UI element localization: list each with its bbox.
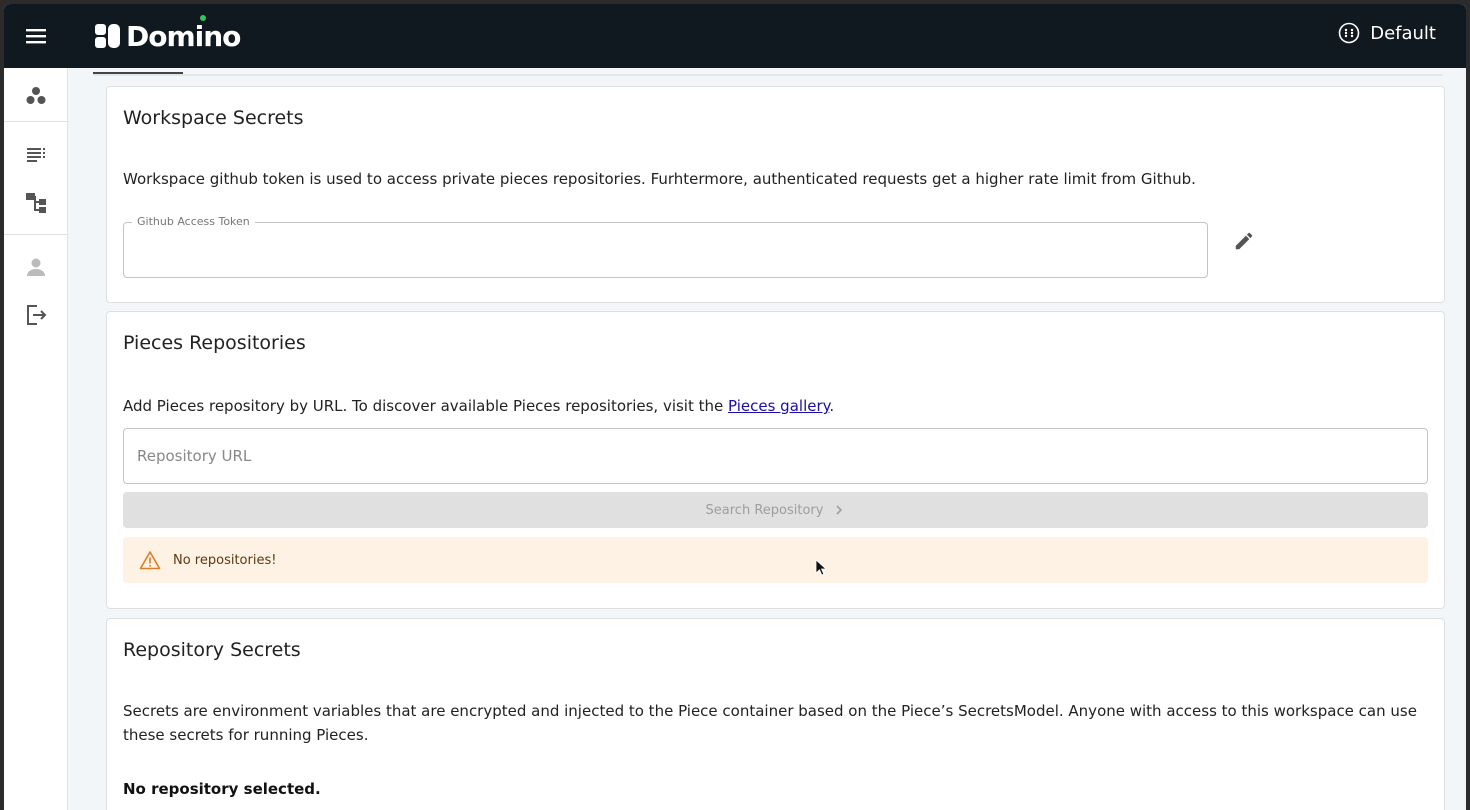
sidebar-item-workflows[interactable]: [4, 180, 68, 224]
alert-message: No repositories!: [173, 552, 277, 568]
workspace-secrets-title: Workspace Secrets: [123, 107, 304, 129]
brand-name: Domino: [126, 19, 241, 53]
main-content: Workspace Secrets Workspace github token…: [68, 68, 1466, 810]
sidebar-item-pieces[interactable]: [4, 132, 68, 176]
flow-icon: [26, 193, 46, 213]
sidebar-divider: [4, 121, 68, 122]
sidebar: [4, 68, 68, 810]
repository-secrets-card: Repository Secrets Secrets are environme…: [106, 618, 1445, 810]
workspace-secrets-description: Workspace github token is used to access…: [123, 170, 1196, 188]
list-icon: [27, 148, 45, 162]
tabs-divider: [93, 74, 1443, 76]
pieces-repositories-card: Pieces Repositories Add Pieces repositor…: [106, 311, 1445, 609]
edit-token-button[interactable]: [1226, 223, 1262, 259]
workspace-secrets-card: Workspace Secrets Workspace github token…: [106, 86, 1445, 303]
sidebar-divider: [4, 234, 68, 235]
workspaces-icon: [26, 87, 46, 104]
no-repositories-alert: No repositories!: [123, 537, 1428, 583]
domino-logo[interactable]: Domino: [94, 15, 241, 54]
sidebar-item-logout[interactable]: [4, 293, 68, 337]
mouse-cursor-icon: [815, 559, 827, 576]
menu-button[interactable]: [20, 22, 52, 50]
chevron-right-icon: [836, 505, 843, 515]
active-tab-indicator: [93, 72, 183, 74]
no-repository-selected: No repository selected.: [123, 780, 321, 798]
sidebar-item-workspaces[interactable]: [4, 74, 68, 118]
repository-secrets-title: Repository Secrets: [123, 639, 301, 661]
app-bar: Domino Default: [4, 4, 1466, 68]
brand-dot: [200, 15, 206, 21]
pieces-gallery-link[interactable]: Pieces gallery: [728, 397, 829, 415]
person-icon: [27, 258, 45, 276]
description-text: Add Pieces repository by URL. To discove…: [123, 397, 729, 415]
hamburger-icon: [26, 29, 46, 44]
app-window: Domino Default Workspace Secrets Workspa…: [4, 4, 1466, 810]
search-repository-label: Search Repository: [705, 502, 824, 518]
pieces-repositories-title: Pieces Repositories: [123, 332, 306, 354]
sidebar-item-profile[interactable]: [4, 245, 68, 289]
logout-icon: [27, 305, 47, 325]
warning-icon: [139, 551, 161, 570]
workspace-label: Default: [1370, 22, 1436, 44]
repository-secrets-description: Secrets are environment variables that a…: [123, 702, 1417, 744]
github-token-label: Github Access Token: [132, 215, 255, 228]
pencil-icon: [1235, 232, 1253, 250]
search-repository-button[interactable]: Search Repository: [123, 492, 1428, 528]
workspace-selector[interactable]: Default: [1338, 22, 1436, 44]
description-suffix: .: [829, 397, 835, 415]
github-token-input[interactable]: Github Access Token: [123, 215, 1208, 278]
repository-url-input[interactable]: [123, 428, 1428, 484]
workspace-icon: [1338, 22, 1360, 44]
pieces-repositories-description: Add Pieces repository by URL. To discove…: [123, 394, 834, 418]
domino-mark-icon: [95, 24, 120, 48]
